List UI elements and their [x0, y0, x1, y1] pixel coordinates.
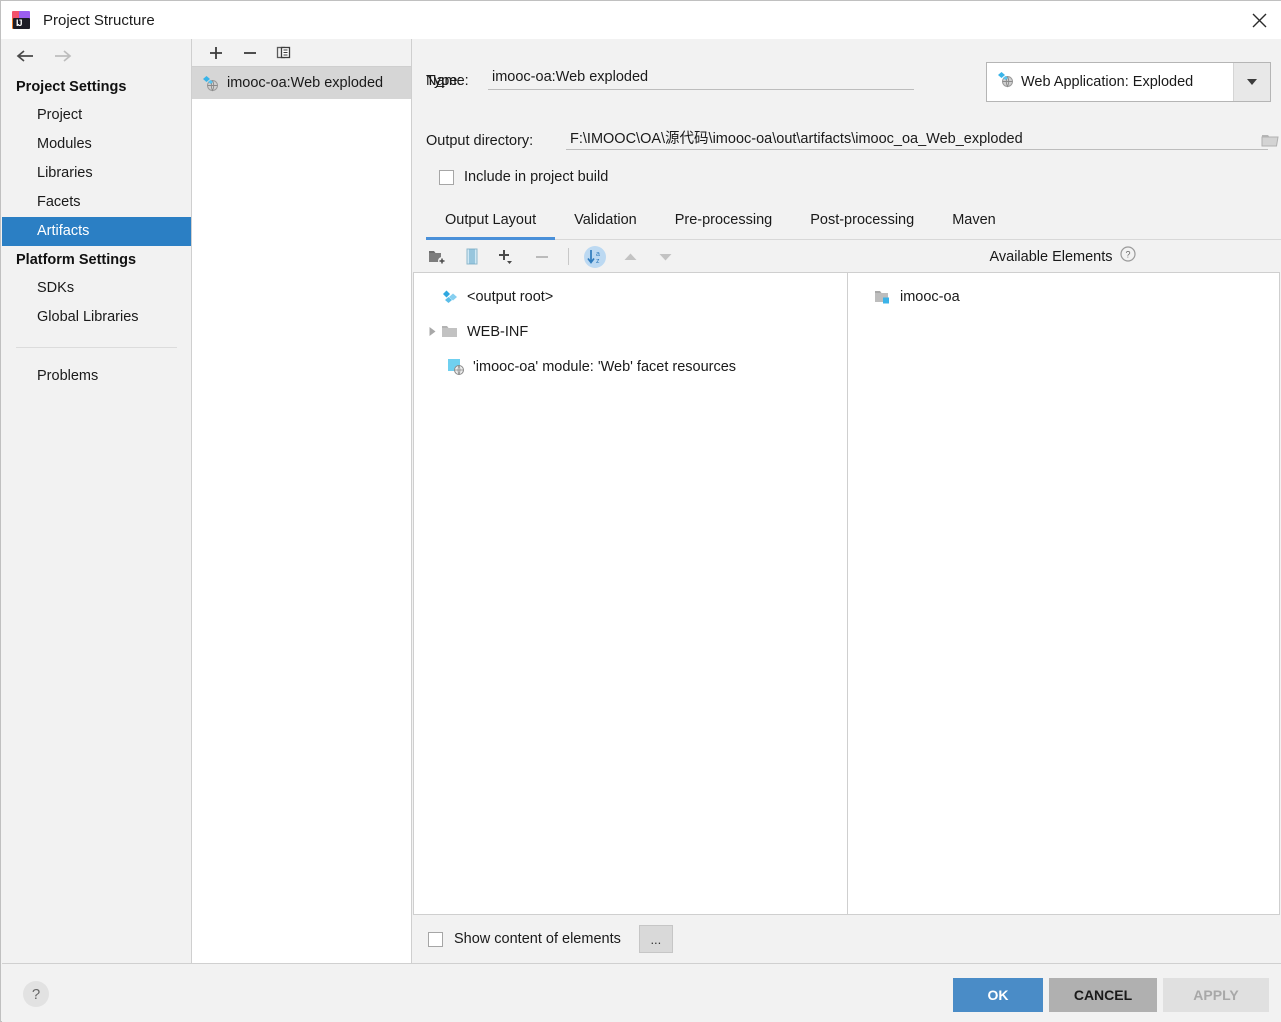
svg-text:z: z — [596, 258, 600, 265]
cancel-button[interactable]: CANCEL — [1049, 978, 1157, 1012]
sidebar-item-global-libraries[interactable]: Global Libraries — [2, 303, 191, 332]
artifact-list-toolbar — [192, 39, 411, 67]
artifact-list-item-label: imooc-oa:Web exploded — [227, 75, 383, 91]
sidebar-item-modules[interactable]: Modules — [2, 130, 191, 159]
tree-row[interactable]: WEB-INF — [414, 314, 847, 349]
sidebar-item-libraries[interactable]: Libraries — [2, 159, 191, 188]
window-title: Project Structure — [43, 12, 155, 29]
sidebar-item-facets[interactable]: Facets — [2, 188, 191, 217]
artifact-type-value: Web Application: Exploded — [1021, 74, 1233, 90]
artifact-editor-panel: Na̲me: Type: Web Application: Exploded — [413, 39, 1281, 963]
sidebar-item-sdks[interactable]: SDKs — [2, 274, 191, 303]
tree-row-label: <output root> — [467, 289, 553, 305]
folder-browse-icon[interactable] — [1259, 129, 1281, 151]
arrow-right-icon[interactable] — [52, 45, 74, 67]
artifact-name-input[interactable] — [488, 67, 914, 90]
plus-dropdown-icon[interactable] — [496, 246, 518, 268]
sidebar-item-project[interactable]: Project — [2, 101, 191, 130]
tree-row-label: imooc-oa — [900, 289, 960, 305]
tab-post-processing[interactable]: Post-processing — [791, 212, 933, 240]
module-folder-icon — [873, 289, 893, 305]
available-elements-label: Available Elements — [989, 249, 1112, 265]
tree-twisty-collapsed-icon[interactable] — [424, 326, 440, 337]
include-in-project-build-label: Include in project build — [464, 169, 608, 185]
output-directory-label: Output directory: — [426, 133, 533, 149]
artifact-type-dropdown[interactable]: Web Application: Exploded — [986, 62, 1271, 102]
apply-button: APPLY — [1163, 978, 1269, 1012]
tree-row-label: 'imooc-oa' module: 'Web' facet resources — [473, 359, 736, 375]
name-row: Na̲me: Type: Web Application: Exploded — [426, 67, 1271, 99]
output-directory-input[interactable] — [566, 127, 1268, 150]
tab-output-layout[interactable]: Output Layout — [426, 212, 555, 240]
add-artifact-button[interactable] — [206, 43, 226, 63]
folder-icon — [440, 324, 460, 339]
triangle-down-icon — [654, 246, 676, 268]
tab-maven[interactable]: Maven — [933, 212, 1015, 240]
triangle-up-icon — [619, 246, 641, 268]
title-bar: IJ Project Structure — [1, 1, 1281, 39]
show-content-label: Show content of elements — [454, 931, 621, 947]
sidebar-item-artifacts[interactable]: Artifacts — [2, 217, 191, 246]
close-icon[interactable] — [1236, 1, 1281, 39]
checkbox-box[interactable] — [439, 170, 454, 185]
toolbar-divider — [568, 248, 569, 265]
archive-icon[interactable] — [461, 246, 483, 268]
artifact-list-item[interactable]: imooc-oa:Web exploded — [192, 67, 411, 99]
show-content-checkbox[interactable] — [428, 932, 443, 947]
tree-row[interactable]: 'imooc-oa' module: 'Web' facet resources — [414, 349, 847, 384]
sidebar-group-project-settings: Project Settings — [2, 73, 191, 101]
project-structure-dialog: IJ Project Structure Project Settings Pr… — [0, 0, 1281, 1022]
ok-button[interactable]: OK — [953, 978, 1043, 1012]
tree-row-label: WEB-INF — [467, 324, 528, 340]
artifact-tabs: Output Layout Validation Pre-processing … — [426, 204, 1281, 240]
settings-sidebar: Project Settings Project Modules Librari… — [2, 39, 192, 963]
tree-row[interactable]: imooc-oa — [848, 279, 1279, 314]
intellij-idea-icon: IJ — [11, 10, 31, 30]
layout-trees: <output root> WEB-INF — [413, 272, 1280, 915]
help-icon[interactable]: ? — [23, 981, 49, 1007]
tab-validation[interactable]: Validation — [555, 212, 656, 240]
show-content-row: Show content of elements ... — [414, 915, 1280, 963]
output-root-icon — [440, 289, 460, 305]
minus-icon — [531, 246, 553, 268]
dialog-footer: ? OK CANCEL APPLY — [2, 963, 1281, 1022]
navigation-row — [2, 39, 191, 73]
available-elements-header: Available Elements ? — [846, 241, 1279, 272]
folder-add-icon[interactable] — [426, 246, 448, 268]
artifact-list-panel: imooc-oa:Web exploded — [192, 39, 412, 963]
output-directory-row: Output directory: — [426, 127, 1281, 159]
show-content-options-button[interactable]: ... — [639, 925, 673, 953]
web-artifact-icon — [997, 71, 1014, 93]
sidebar-item-problems[interactable]: Problems — [2, 362, 191, 391]
svg-text:?: ? — [1125, 250, 1130, 260]
sort-az-icon[interactable]: a z — [584, 246, 606, 268]
sidebar-group-platform-settings: Platform Settings — [2, 246, 191, 274]
svg-text:a: a — [596, 251, 600, 258]
sidebar-divider — [16, 347, 177, 348]
remove-artifact-button[interactable] — [240, 43, 260, 63]
tree-row[interactable]: <output root> — [414, 279, 847, 314]
arrow-left-icon[interactable] — [14, 45, 36, 67]
help-icon[interactable]: ? — [1120, 246, 1136, 267]
chevron-down-icon[interactable] — [1233, 63, 1270, 101]
web-facet-resource-icon — [446, 358, 466, 375]
copy-artifact-button[interactable] — [274, 43, 294, 63]
web-artifact-icon — [200, 75, 220, 92]
tab-pre-processing[interactable]: Pre-processing — [656, 212, 792, 240]
type-label: Type: — [426, 73, 461, 89]
available-elements-tree[interactable]: imooc-oa — [848, 272, 1280, 915]
output-layout-tree[interactable]: <output root> WEB-INF — [413, 272, 847, 915]
include-in-project-build-checkbox[interactable]: Include in project build — [439, 169, 608, 185]
